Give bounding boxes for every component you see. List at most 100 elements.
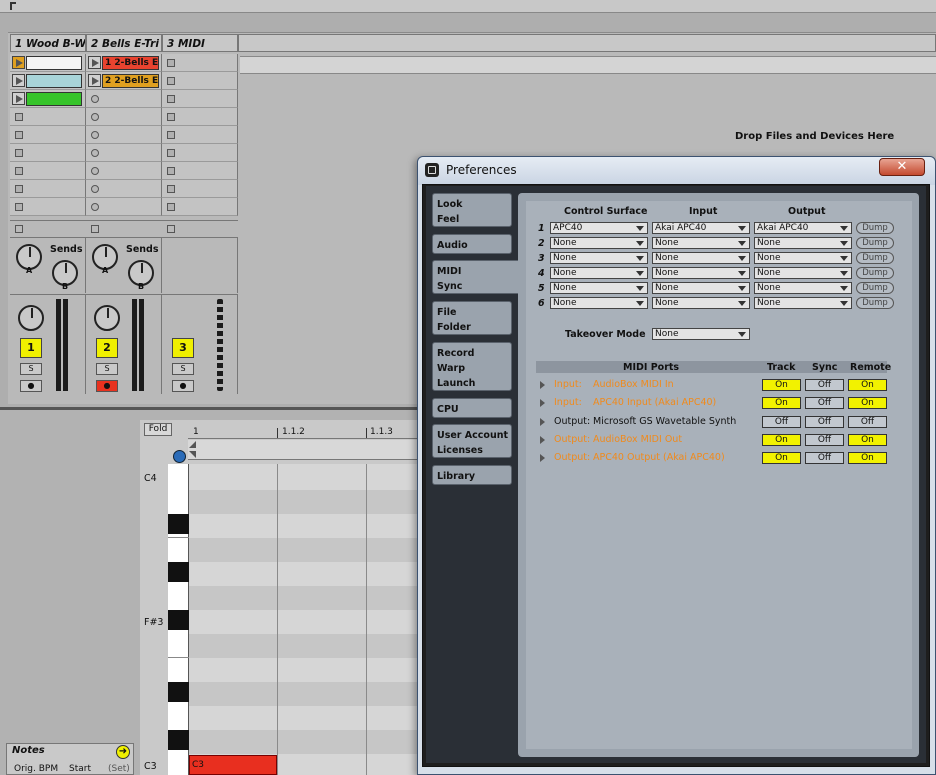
control-surface-dropdown[interactable]: None	[550, 297, 648, 309]
track-toggle[interactable]: On	[762, 434, 801, 446]
track-header-1[interactable]: 1 Wood B-W	[10, 34, 86, 52]
clip-slot[interactable]	[86, 198, 162, 216]
dump-button[interactable]: Dump	[856, 222, 894, 234]
track-header-2[interactable]: 2 Bells E-Tri	[86, 34, 162, 52]
track-stop-icon[interactable]	[15, 225, 23, 233]
arm-button[interactable]: ●	[172, 380, 194, 392]
record-slot-icon[interactable]	[91, 95, 99, 103]
expand-arrow-icon[interactable]	[540, 436, 545, 444]
expand-arrow-icon[interactable]	[540, 399, 545, 407]
black-key[interactable]	[168, 562, 189, 582]
black-key[interactable]	[168, 610, 189, 630]
dump-button[interactable]: Dump	[856, 297, 894, 309]
tab-user-account[interactable]: User Account Licenses	[432, 424, 512, 458]
clip-slot[interactable]	[162, 144, 238, 162]
track-toggle[interactable]: On	[762, 397, 801, 409]
loop-bar[interactable]	[188, 440, 430, 460]
clip-play-icon[interactable]	[12, 74, 25, 87]
set-button[interactable]: (Set)	[108, 764, 130, 774]
clip-slot[interactable]	[10, 162, 86, 180]
remote-toggle[interactable]: On	[848, 397, 887, 409]
close-button[interactable]: ✕	[879, 158, 925, 176]
record-slot-icon[interactable]	[91, 203, 99, 211]
clip-slot[interactable]	[10, 126, 86, 144]
stop-icon[interactable]	[167, 77, 175, 85]
fold-button[interactable]: Fold	[144, 423, 172, 436]
output-dropdown[interactable]: None	[754, 252, 852, 264]
track-activator[interactable]: 1	[20, 338, 42, 358]
clip-slot[interactable]	[162, 72, 238, 90]
clip[interactable]: 1 2-Bells E-	[102, 56, 159, 70]
control-surface-dropdown[interactable]: None	[550, 237, 648, 249]
clip-slot[interactable]	[162, 126, 238, 144]
expand-arrow-icon[interactable]	[540, 418, 545, 426]
sync-toggle[interactable]: Off	[805, 379, 844, 391]
midi-note[interactable]: C3	[189, 755, 277, 775]
clip-play-icon[interactable]	[88, 56, 101, 69]
tab-file-folder[interactable]: File Folder	[432, 301, 512, 335]
note-grid[interactable]	[189, 464, 430, 775]
record-slot-icon[interactable]	[91, 149, 99, 157]
clip-slot[interactable]	[162, 90, 238, 108]
stop-icon[interactable]	[167, 149, 175, 157]
stop-icon[interactable]	[167, 59, 175, 67]
tab-midi-sync[interactable]: MIDI Sync	[432, 260, 520, 294]
black-key[interactable]	[168, 514, 189, 534]
solo-button[interactable]: S	[96, 363, 118, 375]
record-slot-icon[interactable]	[91, 131, 99, 139]
output-dropdown[interactable]: None	[754, 237, 852, 249]
piano-keyboard[interactable]	[168, 464, 189, 775]
clip-slot[interactable]	[162, 162, 238, 180]
clip-slot[interactable]	[10, 90, 86, 108]
record-slot-icon[interactable]	[91, 113, 99, 121]
pan-knob[interactable]	[18, 305, 44, 331]
stop-icon[interactable]	[15, 149, 23, 157]
stop-icon[interactable]	[15, 113, 23, 121]
tab-cpu[interactable]: CPU	[432, 398, 512, 418]
clip-slot[interactable]	[86, 108, 162, 126]
input-dropdown[interactable]: None	[652, 237, 750, 249]
clip-slot[interactable]	[10, 180, 86, 198]
track-stop-icon[interactable]	[167, 225, 175, 233]
stop-icon[interactable]	[167, 113, 175, 121]
black-key[interactable]	[168, 682, 189, 702]
clip-slot[interactable]	[10, 72, 86, 90]
output-dropdown[interactable]: None	[754, 297, 852, 309]
remote-toggle[interactable]: On	[848, 434, 887, 446]
sync-toggle[interactable]: Off	[805, 416, 844, 428]
stop-icon[interactable]	[167, 167, 175, 175]
tab-audio[interactable]: Audio	[432, 234, 512, 254]
control-surface-dropdown[interactable]: APC40	[550, 222, 648, 234]
arm-button[interactable]: ●	[96, 380, 118, 392]
input-dropdown[interactable]: None	[652, 282, 750, 294]
control-surface-dropdown[interactable]: None	[550, 282, 648, 294]
clip-slot[interactable]	[86, 180, 162, 198]
solo-button[interactable]: S	[20, 363, 42, 375]
takeover-mode-dropdown[interactable]: None	[652, 328, 750, 340]
stop-icon[interactable]	[15, 167, 23, 175]
stop-icon[interactable]	[167, 95, 175, 103]
stop-icon[interactable]	[167, 131, 175, 139]
clip-slot[interactable]	[162, 198, 238, 216]
track-toggle[interactable]: Off	[762, 416, 801, 428]
dump-button[interactable]: Dump	[856, 267, 894, 279]
clip-slot[interactable]: 1 2-Bells E-	[86, 54, 162, 72]
clip-slot[interactable]	[86, 144, 162, 162]
remote-toggle[interactable]: On	[848, 452, 887, 464]
clip-slot[interactable]	[10, 144, 86, 162]
clip[interactable]	[26, 92, 82, 106]
arm-button[interactable]: ●	[20, 380, 42, 392]
clip-slot[interactable]	[10, 198, 86, 216]
clip-play-icon[interactable]	[12, 56, 25, 69]
control-surface-dropdown[interactable]: None	[550, 267, 648, 279]
clip-slot[interactable]	[10, 108, 86, 126]
track-toggle[interactable]: On	[762, 379, 801, 391]
expand-arrow-icon[interactable]	[540, 381, 545, 389]
clip-slot[interactable]	[10, 54, 86, 72]
sync-toggle[interactable]: Off	[805, 434, 844, 446]
input-dropdown[interactable]: None	[652, 252, 750, 264]
input-dropdown[interactable]: None	[652, 297, 750, 309]
input-dropdown[interactable]: Akai APC40	[652, 222, 750, 234]
tab-library[interactable]: Library	[432, 465, 512, 485]
output-dropdown[interactable]: None	[754, 267, 852, 279]
